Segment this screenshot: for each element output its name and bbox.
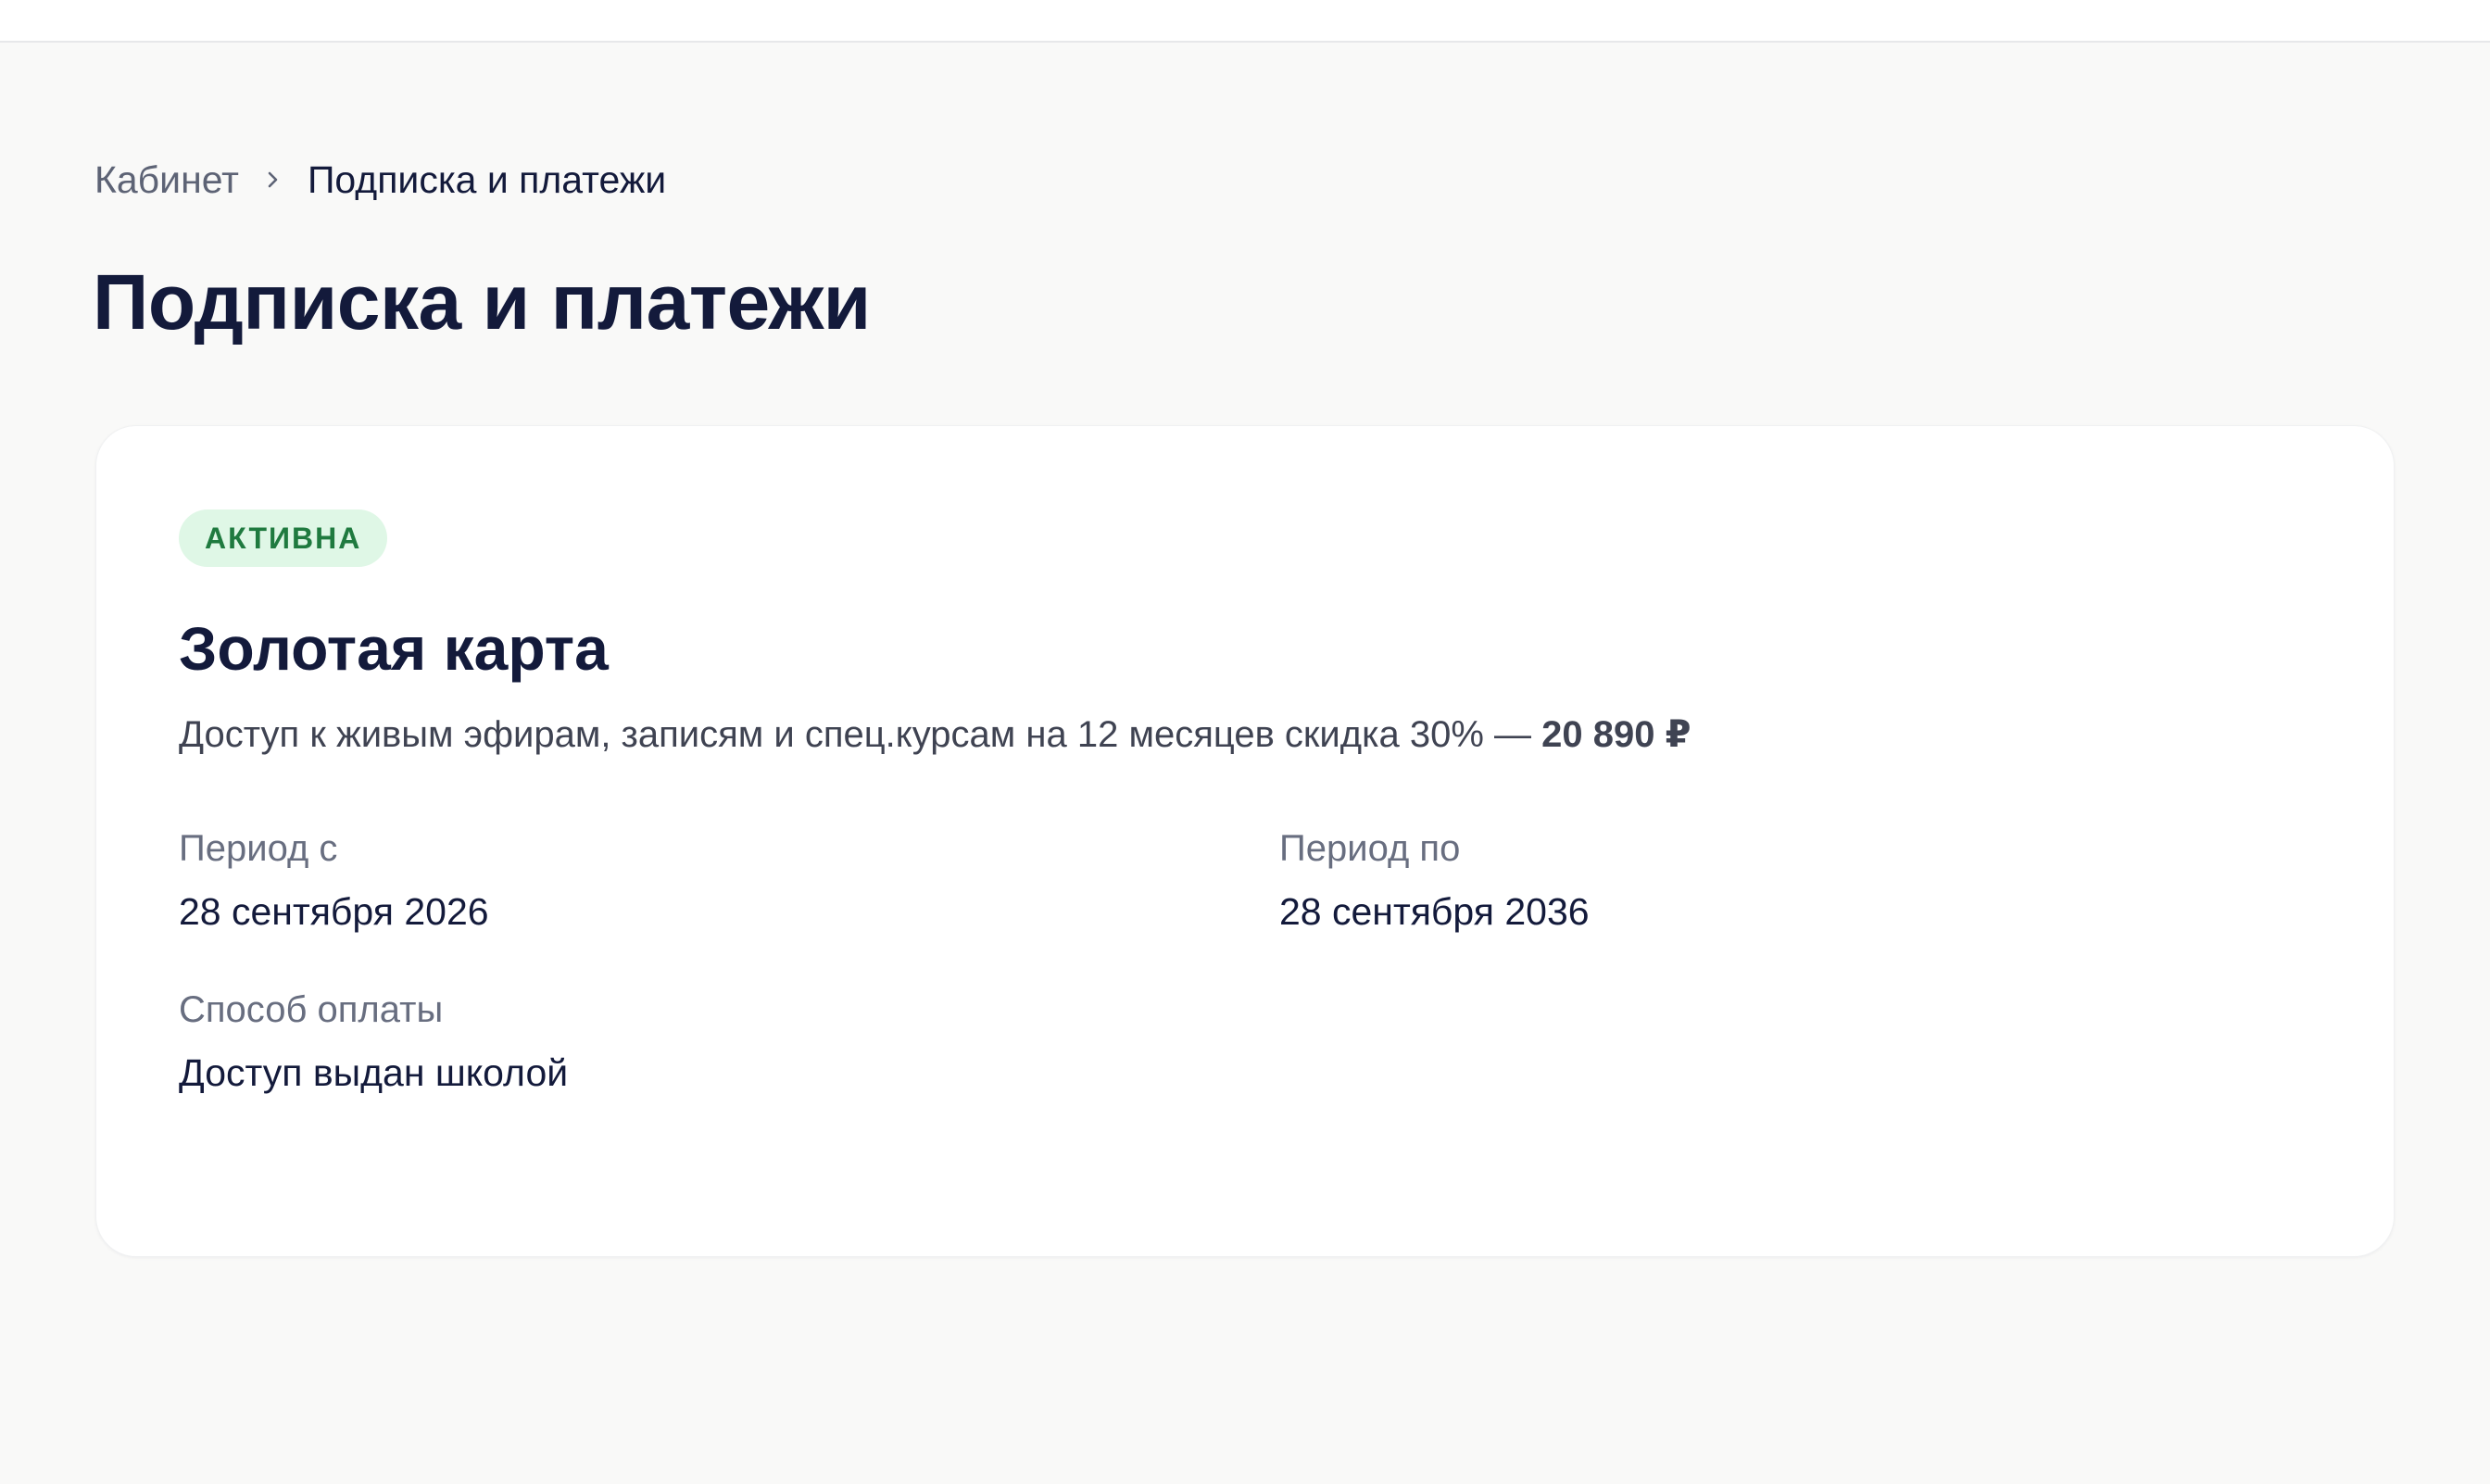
plan-title: Золотая карта bbox=[179, 614, 609, 683]
chevron-right-icon bbox=[239, 154, 308, 206]
breadcrumb-item-cabinet[interactable]: Кабинет bbox=[94, 158, 239, 202]
plan-description-text: Доступ к живым эфирам, записям и спец.ку… bbox=[179, 714, 1542, 755]
breadcrumb: Кабинет Подписка и платежи bbox=[94, 154, 666, 206]
period-from-value: 28 сентября 2026 bbox=[179, 890, 489, 933]
status-badge: АКТИВНА bbox=[179, 509, 388, 567]
breadcrumb-item-current: Подписка и платежи bbox=[307, 157, 667, 201]
top-navigation-bar bbox=[0, 0, 2490, 43]
plan-price: 20 890 ₽ bbox=[1541, 714, 1691, 755]
page-title: Подписка и платежи bbox=[93, 258, 871, 346]
period-to-value: 28 сентября 2036 bbox=[1279, 890, 1590, 933]
period-to-label: Период по bbox=[1279, 828, 1461, 869]
plan-description: Доступ к живым эфирам, записям и спец.ку… bbox=[179, 710, 1691, 760]
period-from-label: Период с bbox=[179, 828, 338, 869]
subscription-card: АКТИВНА Золотая карта Доступ к живым эфи… bbox=[95, 425, 2395, 1257]
payment-method-label: Способ оплаты bbox=[179, 989, 444, 1030]
payment-method-value: Доступ выдан школой bbox=[179, 1051, 569, 1094]
